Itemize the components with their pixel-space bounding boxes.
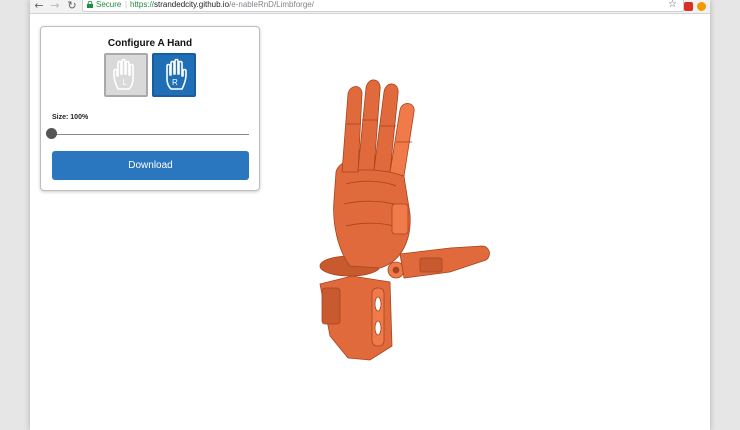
url-host: strandedcity.github.io — [154, 0, 230, 9]
secure-label: Secure — [96, 0, 122, 9]
extension-icon[interactable] — [684, 2, 693, 11]
right-hand-button[interactable]: R — [152, 53, 196, 97]
panel-title: Configure A Hand — [107, 38, 193, 49]
url-path: /e-nableRnD/Limbforge/ — [229, 0, 314, 9]
lock-icon — [87, 1, 93, 8]
browser-toolbar: ← → ↻ Secure | https://strandedcity.gith… — [30, 0, 710, 14]
configure-panel: Configure A Hand L R Size: 100% Download — [40, 26, 260, 191]
browser-window: ← → ↻ Secure | https://strandedcity.gith… — [30, 0, 710, 430]
left-hand-button[interactable]: L — [104, 53, 148, 97]
reload-icon[interactable]: ↻ — [65, 0, 79, 12]
prosthetic-hand-model[interactable] — [300, 54, 520, 374]
url-scheme: https:// — [130, 0, 155, 9]
download-button[interactable]: Download — [52, 151, 249, 180]
star-icon[interactable]: ☆ — [668, 0, 677, 11]
size-label: Size: 100% — [52, 114, 89, 121]
back-icon[interactable]: ← — [32, 0, 46, 12]
page-viewport: Configure A Hand L R Size: 100% Download — [30, 14, 710, 430]
address-bar[interactable]: Secure | https://strandedcity.github.io/… — [82, 0, 684, 12]
right-hand-label: R — [172, 78, 178, 87]
forward-icon[interactable]: → — [48, 0, 62, 12]
size-slider-track[interactable] — [53, 134, 249, 135]
address-separator: | — [125, 0, 128, 9]
url-text: https://strandedcity.github.io/e-nableRn… — [130, 0, 314, 11]
hand-icon: L — [113, 58, 134, 90]
extension-icon[interactable] — [697, 2, 706, 11]
left-hand-label: L — [123, 78, 128, 87]
hand-icon: R — [166, 58, 187, 90]
size-slider-thumb[interactable] — [46, 128, 57, 139]
